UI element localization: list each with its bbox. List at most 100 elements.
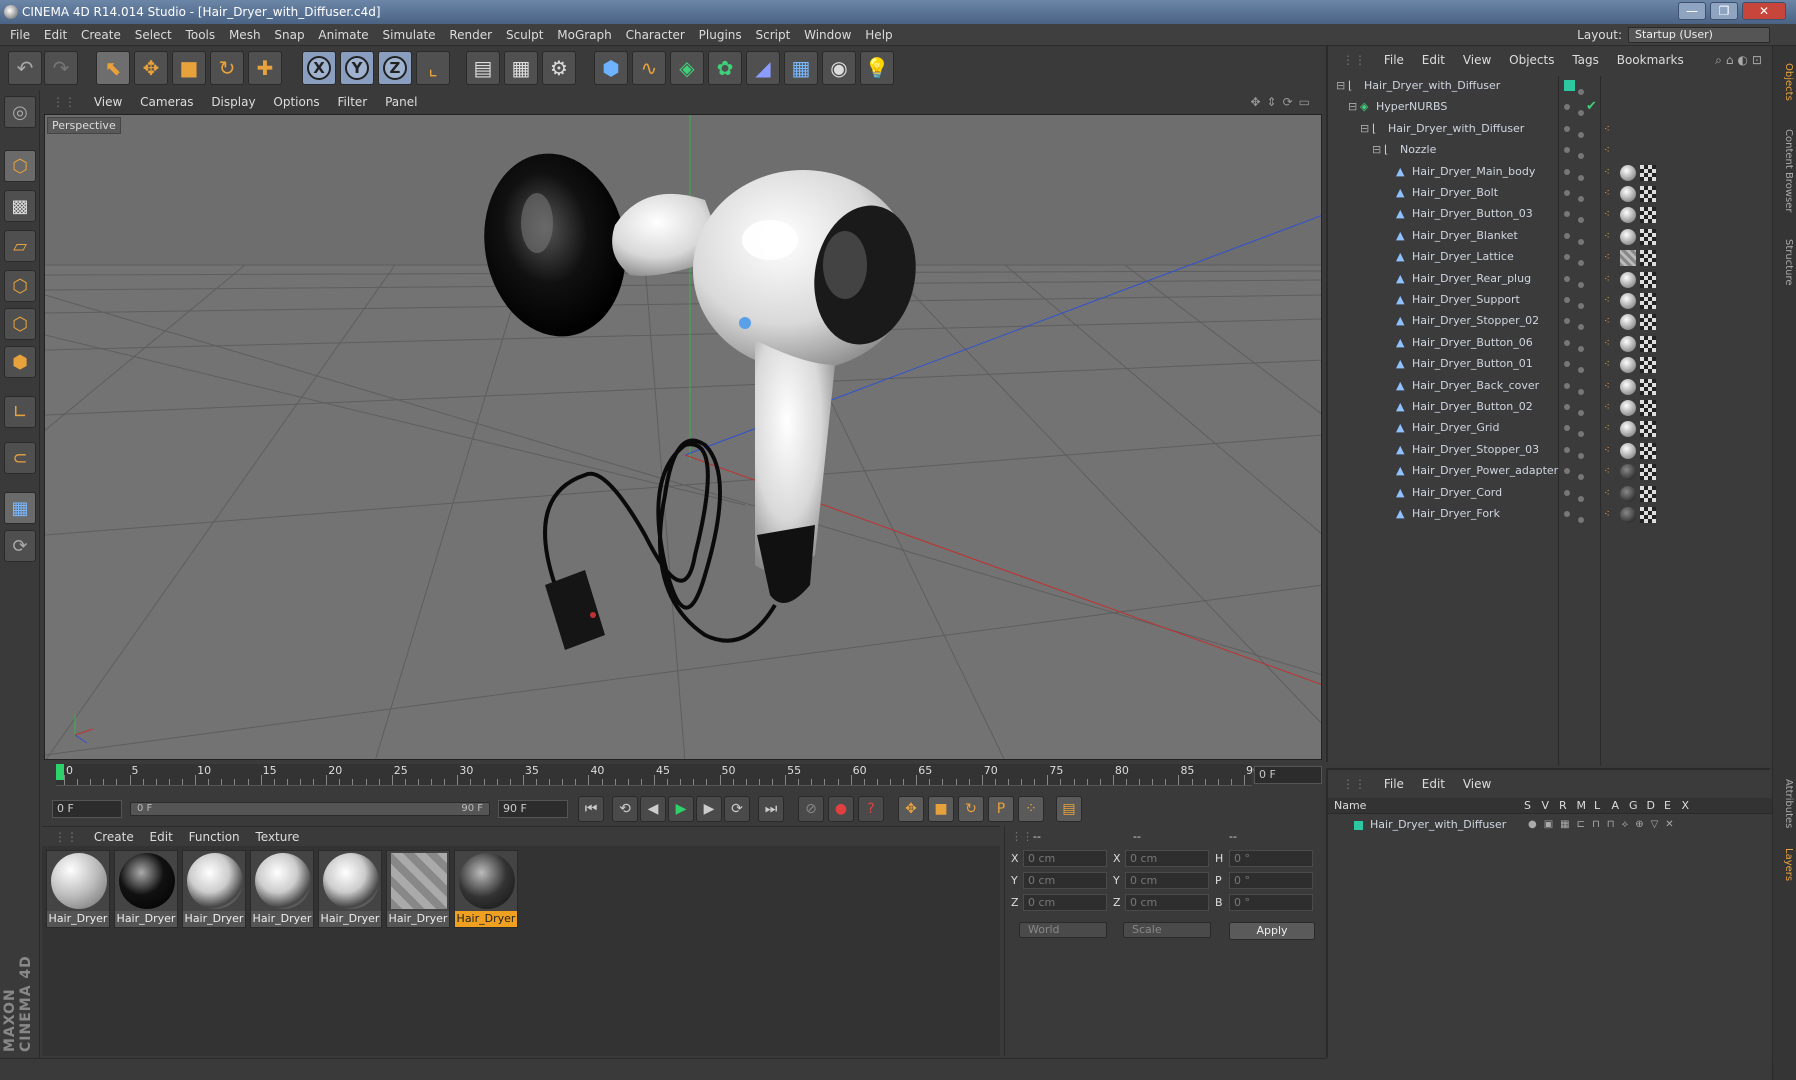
object-name[interactable]: Hair_Dryer_Power_adapter <box>1412 464 1558 477</box>
phong-tag-icon[interactable]: ⁖ <box>1604 445 1610 456</box>
spline-icon[interactable]: ∿ <box>632 51 666 85</box>
editor-visibility-dot[interactable] <box>1564 361 1570 368</box>
cube-icon[interactable]: ⬢ <box>594 51 628 85</box>
menu-render[interactable]: Render <box>449 28 492 42</box>
object-row[interactable]: ⌊ ⊟ Hair_Dryer_with_Diffuser ⁖ <box>1328 119 1772 140</box>
menu-select[interactable]: Select <box>135 28 172 42</box>
material-tag-icon[interactable] <box>1620 207 1636 224</box>
uvw-tag-icon[interactable] <box>1640 228 1656 245</box>
object-row[interactable]: ▲ Hair_Dryer_Grid ⁖ <box>1328 418 1772 439</box>
x-axis-icon[interactable]: X <box>302 51 336 85</box>
play-icon[interactable]: ▶ <box>668 796 694 822</box>
collapse-icon[interactable]: ⊟ <box>1336 80 1348 92</box>
tab-layers[interactable]: Layers <box>1776 842 1794 888</box>
collapse-icon[interactable]: ⊟ <box>1372 144 1384 156</box>
render-visibility-dot[interactable] <box>1578 388 1584 395</box>
object-row[interactable]: ⌊ ⊟ Hair_Dryer_with_Diffuser <box>1328 76 1772 97</box>
material-tag-icon[interactable] <box>1620 464 1636 481</box>
menu-edit[interactable]: Edit <box>44 28 67 42</box>
editor-visibility-dot[interactable] <box>1564 318 1570 325</box>
uvw-tag-icon[interactable] <box>1640 464 1656 481</box>
start-frame-field[interactable]: 0 F <box>52 800 122 818</box>
render-visibility-dot[interactable] <box>1578 238 1584 245</box>
render-visibility-dot[interactable] <box>1578 89 1584 95</box>
layer-toggle-icons[interactable]: ●▣▦⊏⊓⊓⟡⊕▽✕ <box>1528 816 1681 834</box>
menu-help[interactable]: Help <box>865 28 892 42</box>
editor-visibility-dot[interactable] <box>1564 489 1570 496</box>
phong-tag-icon[interactable]: ⁖ <box>1604 359 1610 370</box>
editor-visibility-dot[interactable] <box>1564 232 1570 239</box>
layout-select[interactable]: Startup (User) <box>1628 27 1770 43</box>
render-visibility-dot[interactable] <box>1578 367 1584 374</box>
obj-menu-view[interactable]: View <box>1463 53 1491 67</box>
model-mode-icon[interactable]: ⬡ <box>4 150 36 182</box>
uvw-tag-icon[interactable] <box>1640 164 1656 181</box>
minimize-button[interactable]: — <box>1678 2 1706 20</box>
rot-p-field[interactable]: 0 ° <box>1229 872 1313 889</box>
editor-visibility-dot[interactable] <box>1564 446 1570 453</box>
uvw-tag-icon[interactable] <box>1640 186 1656 202</box>
editor-visibility-dot[interactable] <box>1564 275 1570 282</box>
material-tag-icon[interactable] <box>1620 314 1636 331</box>
enabled-check-icon[interactable]: ✔ <box>1586 99 1597 114</box>
key-rotation-icon[interactable]: ↻ <box>958 796 984 822</box>
material-tag-icon[interactable] <box>1620 293 1636 309</box>
render-visibility-dot[interactable] <box>1578 217 1584 224</box>
pos-y-field[interactable]: 0 cm <box>1023 872 1107 889</box>
phong-tag-icon[interactable]: ⁖ <box>1604 274 1610 285</box>
viewport-perspective[interactable]: Perspective <box>44 114 1322 760</box>
editor-visibility-dot[interactable] <box>1564 254 1570 261</box>
material-swatch[interactable]: Hair_Dryer <box>250 850 314 928</box>
vp-menu-display[interactable]: Display <box>211 95 255 109</box>
uvw-tag-icon[interactable] <box>1640 442 1656 459</box>
object-row[interactable]: ▲ Hair_Dryer_Button_03 ⁖ <box>1328 204 1772 225</box>
timeline-playhead[interactable] <box>56 764 64 780</box>
uvw-tag-icon[interactable] <box>1640 400 1656 416</box>
editor-visibility-dot[interactable] <box>1564 125 1570 132</box>
key-position-icon[interactable]: ✥ <box>898 796 924 822</box>
menu-mograph[interactable]: MoGraph <box>557 28 612 42</box>
object-name[interactable]: Hair_Dryer_Grid <box>1412 421 1499 434</box>
render-view-icon[interactable]: ▤ <box>466 51 500 85</box>
apply-button[interactable]: Apply <box>1229 922 1315 940</box>
object-row[interactable]: ▲ Hair_Dryer_Button_06 ⁖ <box>1328 333 1772 354</box>
camera-icon[interactable]: ◉ <box>822 51 856 85</box>
object-row[interactable]: ▲ Hair_Dryer_Fork ⁖ <box>1328 504 1772 525</box>
layer-menu-view[interactable]: View <box>1463 777 1491 791</box>
render-visibility-dot[interactable] <box>1578 495 1584 502</box>
viewport-nav-icons[interactable]: ✥⇕⟳▭ <box>1250 92 1316 112</box>
material-tag-icon[interactable] <box>1620 250 1636 267</box>
object-name[interactable]: Hair_Dryer_Button_03 <box>1412 207 1533 220</box>
object-row[interactable]: ▲ Hair_Dryer_Cord ⁖ <box>1328 483 1772 504</box>
phong-tag-icon[interactable]: ⁖ <box>1604 381 1610 392</box>
layer-row[interactable]: Hair_Dryer_with_Diffuser ●▣▦⊏⊓⊓⟡⊕▽✕ <box>1328 816 1772 834</box>
object-row[interactable]: ▲ Hair_Dryer_Bolt ⁖ <box>1328 183 1772 204</box>
object-row[interactable]: ◈ ⊟ HyperNURBS ✔ <box>1328 97 1772 118</box>
phong-tag-icon[interactable]: ⁖ <box>1604 338 1610 349</box>
material-tag-icon[interactable] <box>1620 442 1636 459</box>
obj-menu-tags[interactable]: Tags <box>1572 53 1599 67</box>
obj-menu-bookmarks[interactable]: Bookmarks <box>1617 53 1684 67</box>
render-settings-icon[interactable]: ⚙ <box>542 51 576 85</box>
rot-b-field[interactable]: 0 ° <box>1229 894 1313 911</box>
uvw-tag-icon[interactable] <box>1640 250 1656 267</box>
tab-objects[interactable]: Objects <box>1776 52 1794 112</box>
editor-visibility-dot[interactable] <box>1564 104 1570 111</box>
maximize-button[interactable]: ❐ <box>1710 2 1738 20</box>
uvw-tag-icon[interactable] <box>1640 207 1656 224</box>
render-visibility-dot[interactable] <box>1578 517 1584 523</box>
pos-x-field[interactable]: 0 cm <box>1023 850 1107 867</box>
y-axis-icon[interactable]: Y <box>340 51 374 85</box>
menu-character[interactable]: Character <box>626 28 685 42</box>
obj-menu-edit[interactable]: Edit <box>1422 53 1445 67</box>
autokey-icon[interactable]: ? <box>858 796 884 822</box>
mat-menu-function[interactable]: Function <box>189 830 240 844</box>
material-tag-icon[interactable] <box>1620 421 1636 438</box>
mat-menu-create[interactable]: Create <box>94 830 134 844</box>
render-visibility-dot[interactable] <box>1578 324 1584 331</box>
snap-icon[interactable]: ⊂ <box>4 442 36 474</box>
record-keys-icon[interactable]: ● <box>828 796 854 822</box>
menu-plugins[interactable]: Plugins <box>699 28 742 42</box>
render-visibility-dot[interactable] <box>1578 110 1584 117</box>
object-name[interactable]: Hair_Dryer_Lattice <box>1412 250 1514 263</box>
